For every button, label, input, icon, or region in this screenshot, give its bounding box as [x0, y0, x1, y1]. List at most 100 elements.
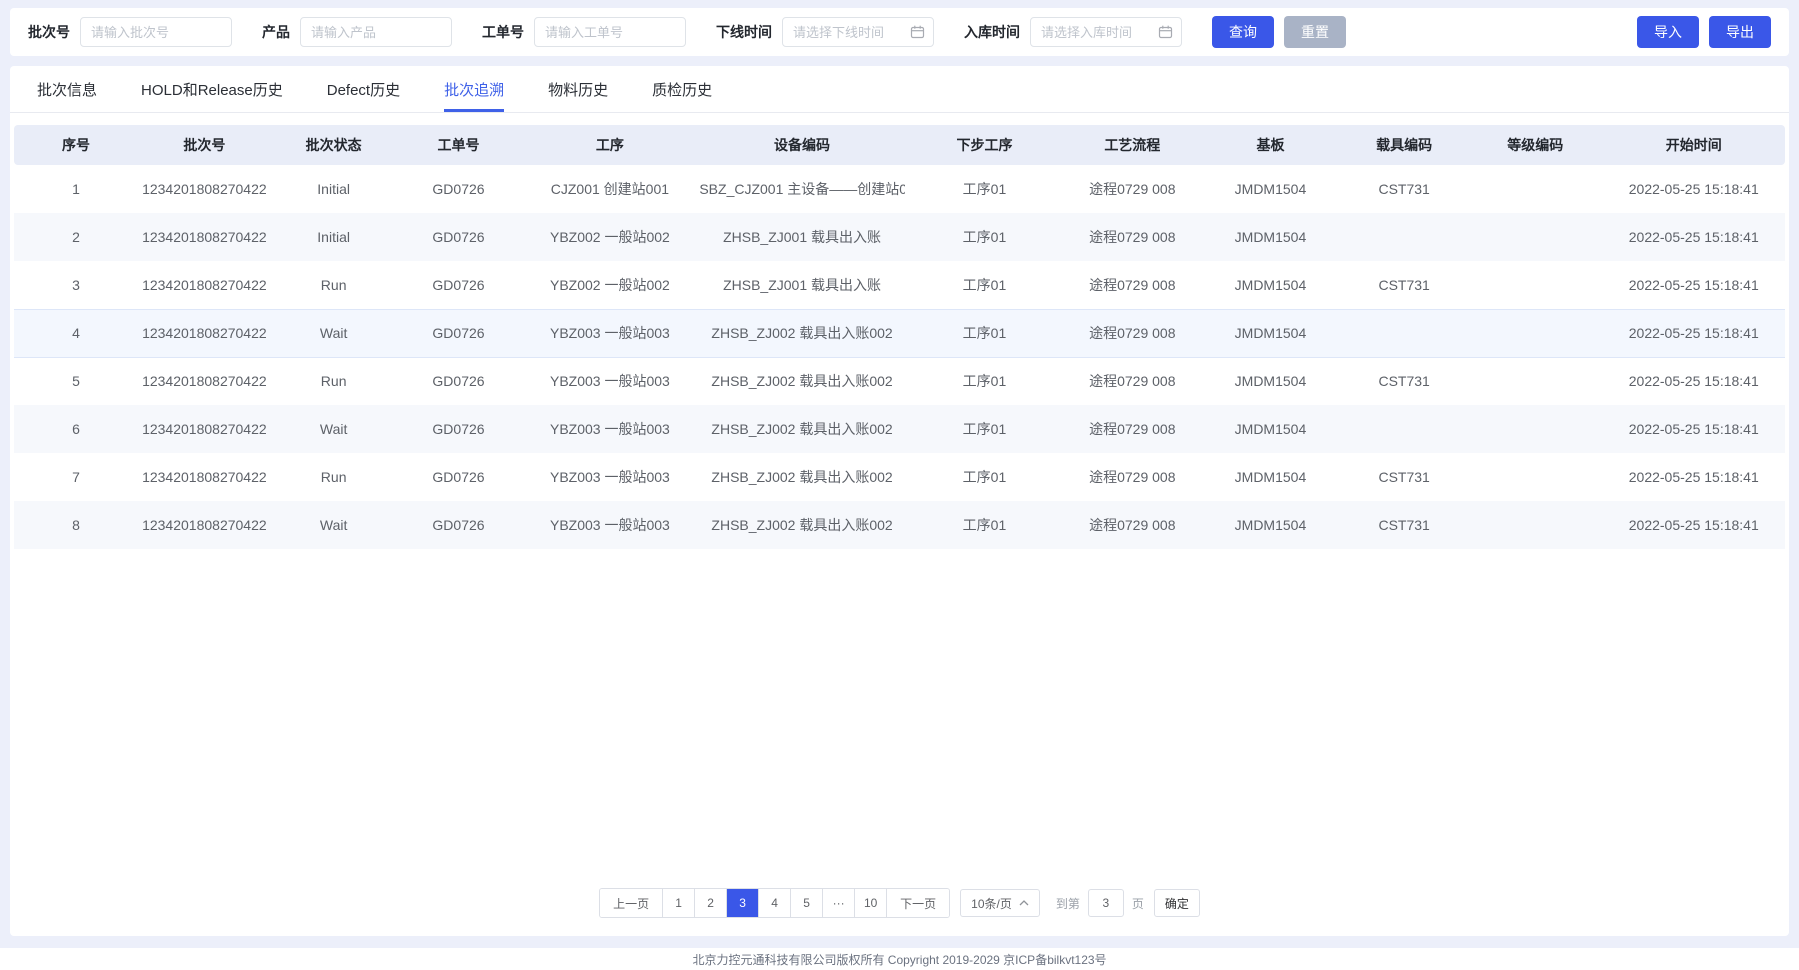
- table-cell: ZHSB_ZJ002 载具出入账002: [699, 405, 904, 453]
- batch-trace-table: 序号批次号批次状态工单号工序设备编码下步工序工艺流程基板载具编码等级编码开始时间…: [14, 125, 1785, 549]
- table-cell: JMDM1504: [1201, 501, 1341, 549]
- table-cell: ZHSB_ZJ002 载具出入账002: [699, 453, 904, 501]
- table-empty-space: [10, 549, 1789, 888]
- page-button[interactable]: 1: [663, 889, 695, 917]
- table-cell: 2022-05-25 15:18:41: [1603, 261, 1786, 309]
- table-cell: [1468, 261, 1603, 309]
- batch-input[interactable]: [80, 17, 232, 47]
- goto-page-input[interactable]: [1088, 889, 1124, 917]
- content-card: 批次信息 HOLD和Release历史 Defect历史批次追溯物料历史质检历史 序…: [10, 66, 1789, 936]
- table-cell: GD0726: [397, 501, 521, 549]
- table-row[interactable]: 71234201808270422RunGD0726YBZ003 一般站003Z…: [14, 453, 1785, 501]
- table-cell: JMDM1504: [1201, 453, 1341, 501]
- table-cell: CST731: [1340, 357, 1468, 405]
- inbound-time-picker[interactable]: [1030, 17, 1182, 47]
- table-cell: 8: [14, 501, 138, 549]
- table-row[interactable]: 31234201808270422RunGD0726YBZ002 一般站002Z…: [14, 261, 1785, 309]
- tab-qc-history[interactable]: 质检历史: [652, 66, 712, 112]
- table-cell: 4: [14, 309, 138, 357]
- table-cell: 1234201808270422: [138, 357, 271, 405]
- goto-prefix-label: 到第: [1056, 895, 1080, 912]
- table-cell: ZHSB_ZJ001 载具出入账: [699, 261, 904, 309]
- filter-bar: 批次号 产品 工单号 下线时间 入库时间: [10, 8, 1789, 56]
- page-button[interactable]: 5: [791, 889, 823, 917]
- page-button[interactable]: 10: [855, 889, 887, 917]
- tab-hold-release-history[interactable]: HOLD和Release历史: [141, 66, 283, 112]
- table-cell: 7: [14, 453, 138, 501]
- offline-time-picker[interactable]: [782, 17, 934, 47]
- table-cell: CST731: [1340, 453, 1468, 501]
- table-cell: 1234201808270422: [138, 501, 271, 549]
- table-cell: YBZ003 一般站003: [520, 405, 699, 453]
- table-cell: JMDM1504: [1201, 309, 1341, 357]
- calendar-icon: [1158, 25, 1173, 40]
- table-cell: [1468, 357, 1603, 405]
- table-cell: [1468, 309, 1603, 357]
- table-row[interactable]: 21234201808270422InitialGD0726YBZ002 一般站…: [14, 213, 1785, 261]
- table-row[interactable]: 41234201808270422WaitGD0726YBZ003 一般站003…: [14, 309, 1785, 357]
- page-button[interactable]: 3: [727, 889, 759, 917]
- table-cell: 1: [14, 165, 138, 213]
- table-cell: 工序01: [905, 357, 1064, 405]
- column-header: 载具编码: [1340, 125, 1468, 165]
- table-row[interactable]: 61234201808270422WaitGD0726YBZ003 一般站003…: [14, 405, 1785, 453]
- product-label: 产品: [262, 22, 290, 42]
- table-cell: CST731: [1340, 261, 1468, 309]
- page-button[interactable]: 2: [695, 889, 727, 917]
- calendar-icon: [910, 25, 925, 40]
- prev-page-button[interactable]: 上一页: [600, 889, 663, 917]
- table-cell: 1234201808270422: [138, 165, 271, 213]
- page-size-select[interactable]: 10条/页: [960, 889, 1040, 917]
- offline-time-label: 下线时间: [716, 22, 772, 42]
- table-cell: JMDM1504: [1201, 357, 1341, 405]
- table-cell: 1234201808270422: [138, 453, 271, 501]
- table-cell: 6: [14, 405, 138, 453]
- table-cell: 工序01: [905, 261, 1064, 309]
- page-ellipsis[interactable]: ···: [823, 889, 855, 917]
- goto-confirm-button[interactable]: 确定: [1154, 889, 1200, 917]
- page-button[interactable]: 4: [759, 889, 791, 917]
- tab-batch-info[interactable]: 批次信息: [37, 66, 97, 112]
- table-cell: [1340, 213, 1468, 261]
- table-cell: YBZ003 一般站003: [520, 357, 699, 405]
- table-cell: YBZ002 一般站002: [520, 261, 699, 309]
- table-cell: 2022-05-25 15:18:41: [1603, 309, 1786, 357]
- table-cell: ZHSB_ZJ002 载具出入账002: [699, 501, 904, 549]
- table-cell: [1468, 405, 1603, 453]
- table-cell: 2022-05-25 15:18:41: [1603, 213, 1786, 261]
- work-order-input[interactable]: [534, 17, 686, 47]
- table-cell: 途程0729 008: [1064, 453, 1200, 501]
- table-cell: GD0726: [397, 357, 521, 405]
- table-row[interactable]: 11234201808270422InitialGD0726CJZ001 创建站…: [14, 165, 1785, 213]
- table-cell: JMDM1504: [1201, 213, 1341, 261]
- batch-label: 批次号: [28, 22, 70, 42]
- table-cell: Wait: [271, 405, 397, 453]
- table-cell: [1468, 453, 1603, 501]
- tab-defect-history[interactable]: Defect历史: [327, 66, 400, 112]
- table-row[interactable]: 81234201808270422WaitGD0726YBZ003 一般站003…: [14, 501, 1785, 549]
- table-cell: 工序01: [905, 453, 1064, 501]
- table-row[interactable]: 51234201808270422RunGD0726YBZ003 一般站003Z…: [14, 357, 1785, 405]
- table-cell: GD0726: [397, 261, 521, 309]
- tab-material-history[interactable]: 物料历史: [548, 66, 608, 112]
- reset-button[interactable]: 重置: [1284, 16, 1346, 48]
- table-cell: ZHSB_ZJ002 载具出入账002: [699, 309, 904, 357]
- table-cell: CJZ001 创建站001: [520, 165, 699, 213]
- column-header: 基板: [1201, 125, 1341, 165]
- page-footer: 北京力控元通科技有限公司版权所有 Copyright 2019-2029 京IC…: [0, 948, 1799, 970]
- app-panel: 批次号 产品 工单号 下线时间 入库时间: [0, 0, 1799, 948]
- table-cell: 2022-05-25 15:18:41: [1603, 405, 1786, 453]
- export-button[interactable]: 导出: [1709, 16, 1771, 48]
- column-header: 下步工序: [905, 125, 1064, 165]
- next-page-button[interactable]: 下一页: [887, 889, 949, 917]
- import-button[interactable]: 导入: [1637, 16, 1699, 48]
- table-cell: GD0726: [397, 405, 521, 453]
- product-input[interactable]: [300, 17, 452, 47]
- tab-batch-trace[interactable]: 批次追溯: [444, 66, 504, 112]
- tab-bar: 批次信息 HOLD和Release历史 Defect历史批次追溯物料历史质检历史: [10, 66, 1789, 113]
- query-button[interactable]: 查询: [1212, 16, 1274, 48]
- column-header: 序号: [14, 125, 138, 165]
- table-cell: 工序01: [905, 165, 1064, 213]
- table-cell: GD0726: [397, 213, 521, 261]
- column-header: 工序: [520, 125, 699, 165]
